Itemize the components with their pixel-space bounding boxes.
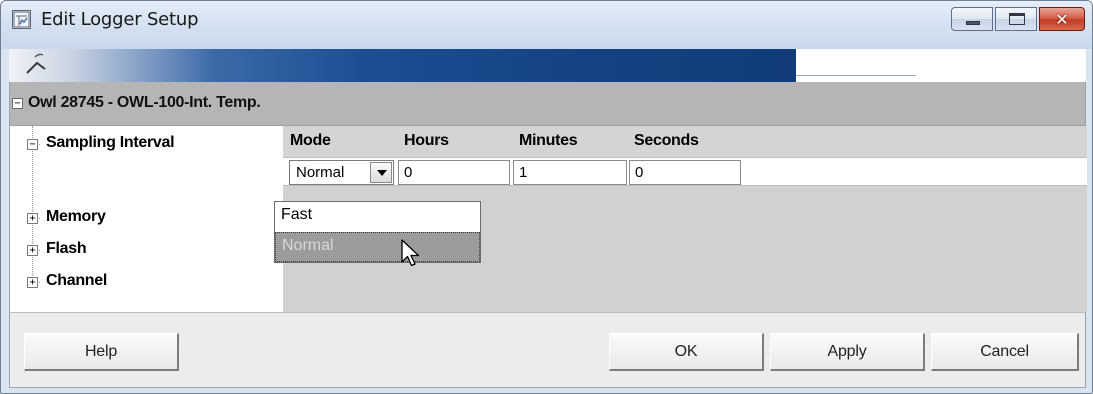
tree-item-flash[interactable]: + Flash [10,238,283,262]
brand-banner [9,49,1086,82]
minimize-icon [966,21,980,25]
logger-app-icon [12,10,31,29]
mode-dropdown-list: Fast Normal [274,201,481,263]
minutes-header: Minutes [519,132,578,149]
ok-button[interactable]: OK [609,333,764,371]
mouse-pointer-icon [401,239,420,267]
tree-item-label: Memory [46,208,106,225]
expand-icon[interactable]: + [27,213,38,224]
collapse-icon[interactable]: − [12,98,23,109]
seconds-input[interactable] [629,160,741,185]
apply-button[interactable]: Apply [770,333,925,371]
dropdown-arrow-icon[interactable] [370,162,392,183]
dialog-button-bar: Help OK Apply Cancel [9,312,1086,388]
mode-select-value: Normal [296,164,345,181]
tree-item-channel[interactable]: + Channel [10,270,283,294]
maximize-icon [1009,13,1025,25]
mode-option-normal[interactable]: Normal [275,232,480,262]
close-button[interactable]: ✕ [1039,7,1085,31]
maximize-button[interactable] [995,7,1037,31]
expand-icon[interactable]: + [27,245,38,256]
tree-item-label: Channel [46,272,108,289]
title-bar[interactable]: Edit Logger Setup ✕ [1,1,1092,49]
close-icon: ✕ [1055,9,1069,29]
seconds-header: Seconds [634,132,699,149]
property-grid: − Owl 28745 - OWL-100-Int. Temp. − Sampl… [9,82,1087,312]
help-button[interactable]: Help [24,333,179,371]
cancel-button[interactable]: Cancel [931,333,1079,371]
settings-tree: − Sampling Interval + Memory + Flash + C… [10,126,283,312]
mode-option-fast[interactable]: Fast [275,202,480,232]
mode-select[interactable]: Normal [289,160,394,185]
column-headers: Mode Hours Minutes Seconds [283,126,1087,157]
banner-divider [796,75,916,76]
expand-icon[interactable]: + [27,277,38,288]
tree-item-label: Sampling Interval [46,134,175,151]
device-header[interactable]: − Owl 28745 - OWL-100-Int. Temp. [10,82,1085,126]
edit-logger-setup-window: Edit Logger Setup ✕ − Owl 28745 - OWL-10… [0,0,1093,394]
device-title: Owl 28745 - OWL-100-Int. Temp. [28,94,261,111]
sampling-values-row: Normal [283,157,1087,186]
banner-gradient [9,49,796,82]
collapse-icon[interactable]: − [27,139,38,150]
mode-header: Mode [290,132,331,149]
banner-logo-icon [26,53,46,74]
tree-item-label: Flash [46,240,87,257]
tree-item-memory[interactable]: + Memory [10,206,283,230]
minimize-button[interactable] [951,7,993,31]
window-title: Edit Logger Setup [41,9,199,30]
minutes-input[interactable] [513,160,627,185]
hours-header: Hours [404,132,449,149]
window-controls: ✕ [951,7,1085,31]
tree-item-sampling-interval[interactable]: − Sampling Interval [10,132,283,156]
hours-input[interactable] [398,160,510,185]
